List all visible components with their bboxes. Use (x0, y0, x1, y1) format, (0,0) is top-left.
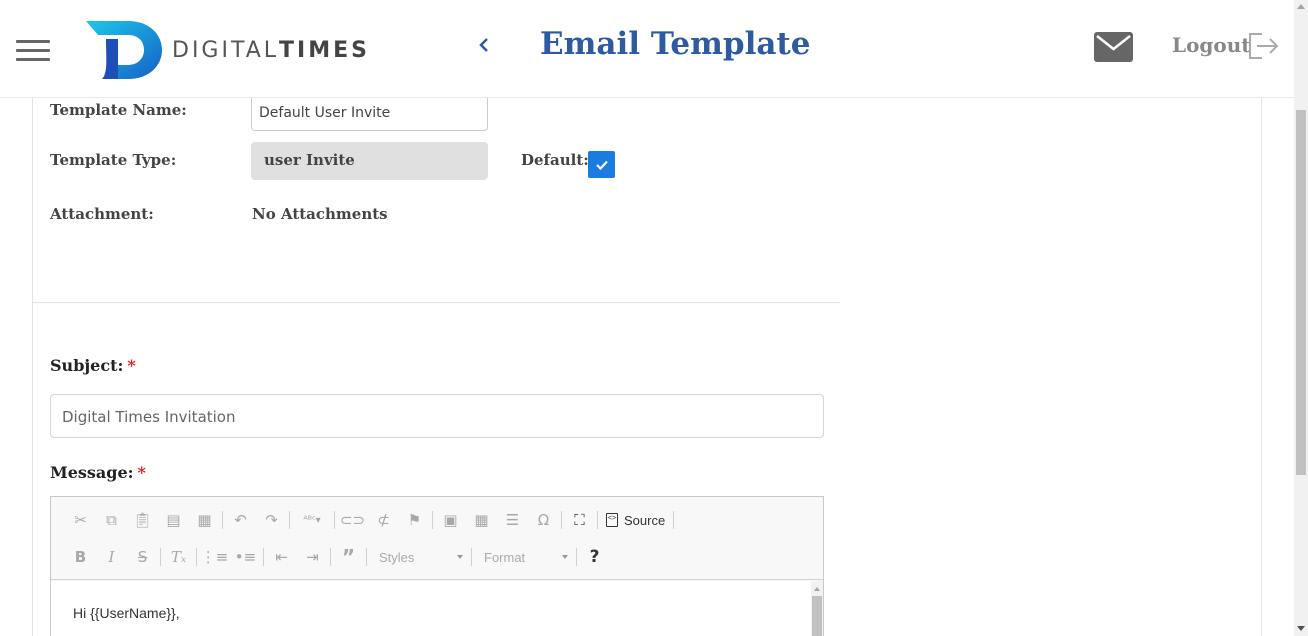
editor-scroll-thumb[interactable] (812, 596, 822, 636)
cut-icon[interactable]: ✂ (65, 508, 96, 532)
bold-icon[interactable]: B (65, 545, 96, 569)
brand-name: DIGITALTIMES (172, 38, 370, 63)
subject-label: Subject: * (50, 356, 136, 375)
decrease-indent-icon[interactable]: ⇤ (266, 545, 297, 569)
styles-label: Styles (379, 549, 415, 565)
default-label: Default: (521, 151, 589, 169)
paste-word-icon[interactable]: ▦ (189, 508, 220, 532)
page-title: Email Template (540, 26, 811, 62)
italic-icon[interactable]: I (96, 545, 127, 569)
editor-scrollbar[interactable] (811, 581, 823, 636)
template-type-label: Template Type: (50, 151, 177, 169)
section-divider (33, 302, 840, 303)
required-marker: * (127, 356, 136, 375)
required-marker: * (137, 463, 146, 482)
template-name-input[interactable]: Default User Invite (251, 98, 488, 131)
increase-indent-icon[interactable]: ⇥ (297, 545, 328, 569)
remove-format-icon[interactable]: Tₓ (163, 545, 194, 569)
rich-text-editor: ✂ ⧉ 📋︎ ▤ ▦ ↶ ↷ ᴬᴮᶜ▾ ⊂⊃ ⊄ ⚑ ▣ ▦ ☰ Ω ⛶ <> … (50, 496, 824, 636)
default-checkbox[interactable] (588, 151, 615, 178)
scroll-up-arrow-icon[interactable] (814, 587, 820, 591)
subject-input[interactable]: Digital Times Invitation (50, 394, 824, 438)
numbered-list-icon[interactable]: ⋮≡ (199, 545, 230, 569)
blockquote-icon[interactable]: ” (333, 545, 364, 569)
scroll-up-arrow-icon[interactable] (1297, 4, 1305, 9)
spellcheck-icon[interactable]: ᴬᴮᶜ▾ (292, 508, 332, 532)
editor-content[interactable]: Hi {{UserName}}, (51, 581, 811, 636)
logout-link[interactable]: Logout (1172, 33, 1251, 57)
anchor-flag-icon[interactable]: ⚑ (399, 508, 430, 532)
table-icon[interactable]: ▦ (466, 508, 497, 532)
scroll-thumb[interactable] (1296, 110, 1306, 475)
special-char-icon[interactable]: Ω (528, 508, 559, 532)
back-chevron-icon[interactable] (478, 34, 490, 59)
styles-dropdown[interactable]: Styles (369, 545, 469, 569)
template-type-field: user Invite (251, 142, 488, 180)
message-label: Message: * (50, 463, 146, 482)
mail-icon[interactable] (1094, 32, 1133, 62)
panel-border-left (32, 98, 33, 636)
redo-icon[interactable]: ↷ (256, 508, 287, 532)
chevron-down-icon (562, 555, 568, 559)
horizontal-line-icon[interactable]: ☰ (497, 508, 528, 532)
copy-icon[interactable]: ⧉ (96, 508, 127, 532)
source-button[interactable]: <> Source (600, 508, 671, 532)
format-label: Format (484, 549, 526, 565)
top-header: DIGITALTIMES Email Template Logout (0, 0, 1294, 98)
paste-icon[interactable]: 📋︎ (127, 508, 158, 532)
template-name-label: Template Name: (50, 101, 187, 119)
check-icon (595, 160, 608, 170)
attachment-label: Attachment: (50, 205, 154, 223)
undo-icon[interactable]: ↶ (225, 508, 256, 532)
strikethrough-icon[interactable]: S (127, 545, 158, 569)
paste-text-icon[interactable]: ▤ (158, 508, 189, 532)
unlink-icon[interactable]: ⊄ (368, 508, 399, 532)
link-icon[interactable]: ⊂⊃ (337, 508, 368, 532)
page-scrollbar[interactable] (1294, 0, 1308, 636)
image-icon[interactable]: ▣ (435, 508, 466, 532)
logo-d-icon (86, 21, 162, 79)
editor-toolbar: ✂ ⧉ 📋︎ ▤ ▦ ↶ ↷ ᴬᴮᶜ▾ ⊂⊃ ⊄ ⚑ ▣ ▦ ☰ Ω ⛶ <> … (51, 497, 823, 580)
help-icon[interactable]: ? (579, 545, 610, 569)
attachment-value: No Attachments (252, 205, 388, 223)
format-dropdown[interactable]: Format (474, 545, 574, 569)
bulleted-list-icon[interactable]: •≡ (230, 545, 261, 569)
scroll-down-arrow-icon[interactable] (1297, 626, 1305, 631)
brand-logo[interactable]: DIGITALTIMES (84, 19, 374, 81)
panel-border-right (1261, 98, 1262, 636)
maximize-icon[interactable]: ⛶ (564, 508, 595, 532)
source-label: Source (624, 512, 666, 528)
chevron-down-icon (457, 555, 463, 559)
source-icon: <> (606, 513, 618, 527)
logout-icon[interactable] (1248, 32, 1280, 60)
hamburger-menu-icon[interactable] (16, 40, 50, 62)
